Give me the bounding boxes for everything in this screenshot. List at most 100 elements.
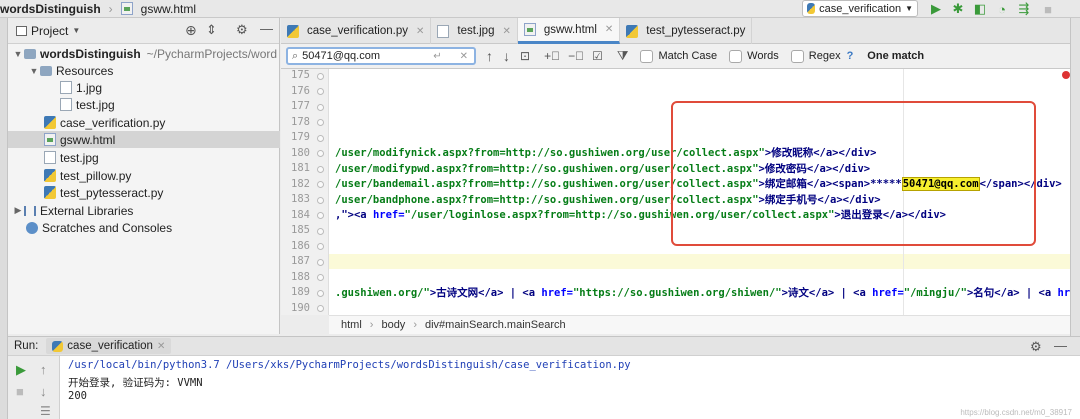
arrow-up-icon[interactable]: ↑ [486, 48, 493, 64]
chevron-right-icon: › [369, 319, 374, 331]
chevron-right-icon[interactable]: ▶ [12, 205, 24, 216]
tree-item[interactable]: ▼ Resources [8, 62, 280, 79]
checkbox-box[interactable] [790, 49, 804, 63]
arrow-down-icon[interactable]: ↓ [40, 384, 47, 399]
add-occurrence-icon[interactable]: +⃞ [544, 49, 560, 63]
select-all-occurrences-icon[interactable]: ☑ [592, 49, 603, 63]
line-number: 177 [291, 100, 310, 112]
tab-test-jpg[interactable]: test.jpg ✕ [431, 18, 518, 44]
chevron-down-icon[interactable]: ▼ [72, 26, 80, 35]
stop-icon[interactable]: ■ [1040, 1, 1056, 17]
line-number: 175 [291, 69, 310, 81]
tree-item[interactable]: ▶ External Libraries [8, 202, 280, 219]
tree-item[interactable]: test_pillow.py [8, 167, 280, 184]
minimize-icon[interactable]: — [260, 21, 273, 36]
run-tab[interactable]: case_verification ✕ [46, 338, 172, 354]
newline-icon[interactable]: ↵ [433, 51, 441, 62]
run-icon[interactable]: ▶ [928, 1, 944, 17]
locate-icon[interactable]: ⊕ [185, 22, 197, 39]
checkbox-box[interactable] [729, 49, 743, 63]
soft-wrap-icon[interactable]: ☰ [40, 404, 51, 418]
tab-gsww-html[interactable]: gsww.html ✕ [517, 18, 621, 44]
regex-help-link[interactable]: ? [847, 50, 854, 62]
left-tool-strip [0, 18, 8, 419]
match-case-label: Match Case [658, 50, 718, 62]
attr-token: href= [872, 287, 904, 299]
words-checkbox[interactable]: Words [729, 49, 779, 63]
clear-icon[interactable]: ✕ [460, 51, 468, 62]
chevron-down-icon[interactable]: ▼ [28, 66, 40, 76]
library-icon [24, 205, 36, 216]
filter-icon[interactable]: ⧩ [617, 48, 629, 64]
breadcrumb-item[interactable]: html [341, 319, 362, 331]
python-file-icon [287, 24, 299, 38]
fold-marker-icon[interactable] [317, 150, 324, 157]
regex-checkbox[interactable]: Regex [790, 49, 841, 63]
search-result-count: One match [867, 50, 925, 62]
concurrency-icon[interactable]: ⇶ [1016, 1, 1032, 17]
fold-marker-icon[interactable] [317, 259, 324, 266]
gear-icon[interactable]: ⚙ [1030, 339, 1042, 355]
fold-marker-icon[interactable] [317, 88, 324, 95]
tree-item-selected[interactable]: gsww.html [8, 131, 280, 148]
find-all-icon[interactable]: ⊡ [520, 49, 530, 63]
tree-item-label: test_pytesseract.py [60, 185, 164, 200]
breadcrumb-item[interactable]: div#mainSearch.mainSearch [425, 319, 566, 331]
rerun-icon[interactable]: ▶ [16, 362, 26, 378]
line-number: 183 [291, 193, 310, 205]
arrow-up-icon[interactable]: ↑ [40, 362, 47, 377]
fold-marker-icon[interactable] [317, 212, 324, 219]
close-icon[interactable]: ✕ [157, 341, 165, 352]
fold-marker-icon[interactable] [317, 228, 324, 235]
tree-item[interactable]: test_pytesseract.py [8, 184, 280, 201]
chevron-down-icon[interactable]: ▼ [12, 49, 24, 59]
tree-root[interactable]: ▼ wordsDistinguish ~/PycharmProjects/wor… [8, 45, 280, 62]
close-icon[interactable]: ✕ [605, 24, 613, 35]
tree-item[interactable]: test.jpg [8, 96, 280, 113]
error-indicator-icon[interactable] [1062, 71, 1070, 79]
fold-marker-icon[interactable] [317, 104, 324, 111]
text-token: >名句</a> | <a [966, 287, 1058, 299]
nav-file-name[interactable]: gsww.html [141, 2, 196, 16]
fold-marker-icon[interactable] [317, 243, 324, 250]
stop-icon[interactable]: ■ [16, 384, 24, 399]
breadcrumb-item[interactable]: body [381, 319, 405, 331]
nav-project-name[interactable]: wordsDistinguish [0, 2, 101, 16]
close-icon[interactable]: ✕ [416, 26, 424, 37]
fold-marker-icon[interactable] [317, 181, 324, 188]
gear-icon[interactable]: ⚙ [236, 22, 248, 38]
match-case-checkbox[interactable]: Match Case [640, 49, 718, 63]
fold-marker-icon[interactable] [317, 135, 324, 142]
tab-case-verification[interactable]: case_verification.py ✕ [281, 18, 432, 44]
nav-breadcrumb: wordsDistinguish › gsww.html [0, 2, 196, 16]
arrow-down-icon[interactable]: ↓ [503, 48, 510, 64]
fold-marker-icon[interactable] [317, 290, 324, 297]
tree-item[interactable]: case_verification.py [8, 114, 280, 131]
coverage-icon[interactable]: ◧ [972, 1, 988, 17]
profile-icon[interactable]: ◔ [994, 1, 1010, 17]
fold-marker-icon[interactable] [317, 73, 324, 80]
image-file-icon [60, 81, 72, 94]
fold-marker-icon[interactable] [317, 305, 324, 312]
collapse-icon[interactable]: ⇕ [206, 22, 217, 38]
tree-item-label: gsww.html [60, 132, 116, 147]
remove-occurrence-icon[interactable]: −⃞ [568, 49, 584, 63]
tree-item[interactable]: test.jpg [8, 149, 280, 166]
fold-marker-icon[interactable] [317, 197, 324, 204]
fold-marker-icon[interactable] [317, 274, 324, 281]
project-panel-title[interactable]: Project [31, 24, 68, 38]
fold-marker-icon[interactable] [317, 166, 324, 173]
close-icon[interactable]: ✕ [502, 26, 510, 37]
fold-marker-icon[interactable] [317, 119, 324, 126]
debug-icon[interactable]: ✱ [950, 1, 966, 17]
tab-test-pytesseract[interactable]: test_pytesseract.py [620, 18, 753, 44]
console-output[interactable]: /usr/local/bin/python3.7 /Users/xks/Pych… [60, 356, 1080, 419]
checkbox-box[interactable] [640, 49, 654, 63]
folder-icon [40, 65, 52, 76]
run-config-dropdown[interactable]: case_verification ▼ [802, 0, 918, 17]
search-input[interactable]: ⌕ 50471@qq.com ↵ ✕ [286, 47, 476, 65]
minimize-icon[interactable]: — [1054, 338, 1067, 353]
tree-item[interactable]: 1.jpg [8, 79, 280, 96]
tree-item[interactable]: Scratches and Consoles [8, 219, 280, 236]
line-number: 179 [291, 131, 310, 143]
